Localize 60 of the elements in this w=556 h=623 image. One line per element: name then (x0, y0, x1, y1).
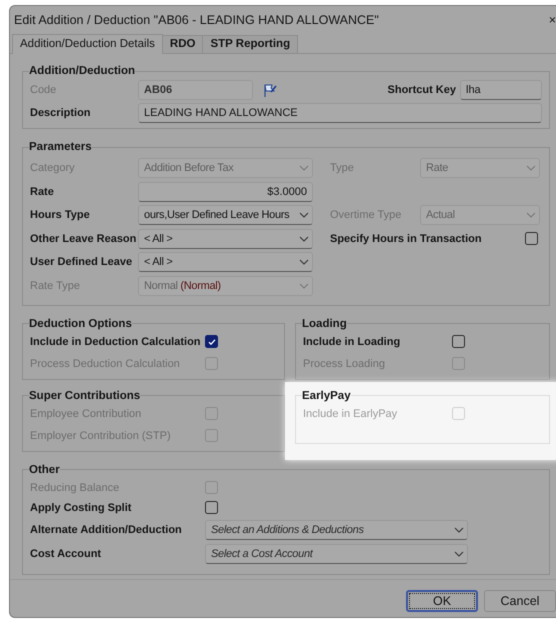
tab[interactable]: Addition/Deduction Details (12, 34, 163, 54)
dropdown[interactable]: ours,User Defined Leave Hours (138, 205, 313, 225)
field-label: Employee Contribution (30, 406, 142, 422)
field-label: Other Leave Reason (30, 232, 138, 246)
caret-icon (526, 212, 536, 218)
dropdown[interactable]: < All > (138, 252, 313, 272)
text-field[interactable]: LEADING HAND ALLOWANCE (138, 103, 542, 123)
pencil-flag-icon[interactable] (263, 82, 278, 98)
field-label: Include in Loading (303, 334, 402, 350)
field-label: Rate (30, 184, 55, 200)
caret-icon (299, 212, 309, 218)
field-label: Process Deduction Calculation (30, 356, 181, 372)
check-icon (206, 336, 216, 346)
field-label: Cost Account (30, 546, 102, 562)
field-label: Description (30, 106, 92, 121)
cancel-button[interactable]: Cancel (484, 590, 556, 612)
caret-icon (299, 165, 309, 171)
field-label: Hours Type (30, 208, 91, 223)
field-label: Include in EarlyPay (303, 406, 398, 422)
dropdown[interactable]: Select an Additions & Deductions (205, 520, 468, 540)
group-title: Parameters (29, 141, 92, 153)
tab[interactable]: RDO (162, 35, 204, 53)
field-label: Alternate Addition/Deduction (30, 522, 183, 538)
field-label: User Defined Leave (30, 255, 134, 270)
caret-icon (299, 236, 309, 242)
checkbox[interactable] (452, 335, 465, 348)
field-label: Overtime Type (330, 208, 402, 223)
field-label: Rate Type (30, 278, 81, 294)
field-label: Process Loading (303, 356, 386, 372)
group-title: Addition/Deduction (29, 65, 136, 77)
caret-icon (299, 259, 309, 265)
dropdown[interactable]: Select a Cost Account (205, 544, 468, 564)
caret-icon (454, 526, 464, 532)
field-label: Specify Hours in Transaction (330, 232, 482, 246)
field-label: Reducing Balance (30, 480, 120, 496)
caret-icon (526, 165, 536, 171)
field-label: Category (30, 161, 76, 176)
checkbox[interactable] (525, 232, 538, 245)
amount-field[interactable]: $3.0000 (138, 182, 313, 202)
field-label: Employer Contribution (STP) (30, 428, 172, 444)
group-title: Other (29, 464, 60, 476)
field-label: Apply Costing Split (30, 500, 132, 516)
field-label: Type (330, 161, 355, 176)
group-title: Loading (302, 318, 347, 330)
group-title: EarlyPay (302, 390, 351, 402)
checkbox[interactable] (205, 501, 218, 514)
dropdown[interactable]: < All > (138, 228, 313, 248)
tab[interactable]: STP Reporting (202, 35, 298, 53)
checkbox[interactable] (205, 335, 218, 348)
ok-button[interactable]: OK (406, 590, 478, 612)
text-field[interactable]: lha (460, 80, 542, 100)
field-label: Shortcut Key (388, 83, 456, 98)
field-label: Code (30, 83, 58, 98)
window-title: Edit Addition / Deduction "AB06 - LEADING HAND ALLOWANCE" (14, 12, 380, 26)
group-title: Super Contributions (29, 390, 140, 402)
caret-icon (454, 550, 464, 556)
close-button[interactable]: × (548, 12, 556, 26)
field-label: Include in Deduction Calculation (30, 334, 202, 350)
group-title: Deduction Options (29, 318, 132, 330)
caret-icon (299, 282, 309, 288)
